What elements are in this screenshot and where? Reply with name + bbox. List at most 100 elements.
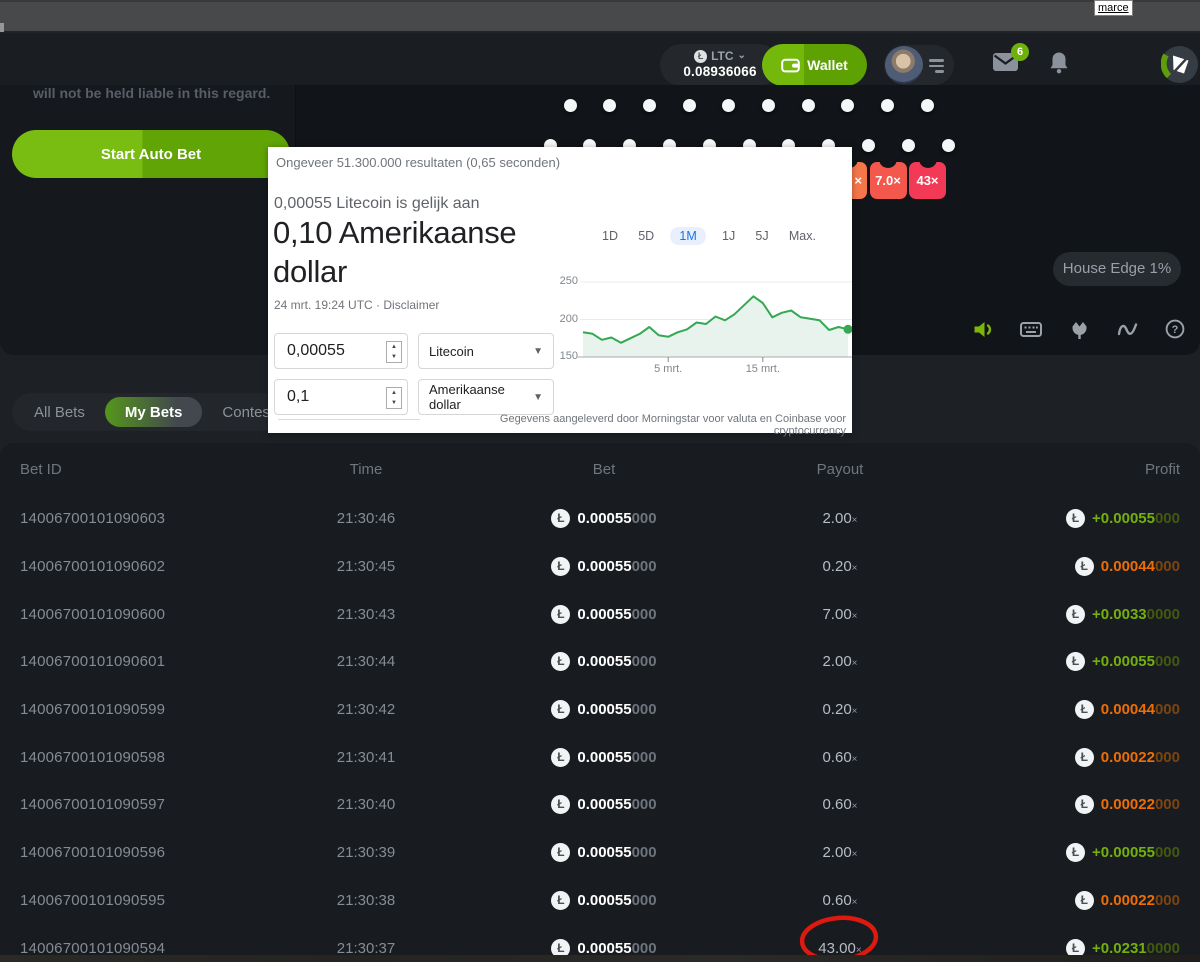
plinko-peg [881,99,894,112]
ltc-coin-icon: Ł [551,605,570,624]
bet-id: 14006700101090594 [20,940,290,957]
disclaimer-text: will not be held liable in this regard. [33,85,270,101]
profit-amount: Ł+0.00055000 [914,843,1180,862]
help-button[interactable]: ? [1164,317,1186,341]
seed-icon [1070,319,1089,340]
notifications-button[interactable] [1049,51,1069,78]
bet-id: 14006700101090598 [20,749,290,766]
table-row[interactable]: 1400670010109059621:30:39Ł0.000550002.00… [0,829,1200,877]
ltc-coin-icon: Ł [551,891,570,910]
bet-amount: Ł0.00055000 [442,700,766,719]
plinko-peg [902,139,915,152]
bet-amount: Ł0.00055000 [442,509,766,528]
table-row[interactable]: 1400670010109060021:30:43Ł0.000550007.00… [0,590,1200,638]
fairness-button[interactable] [1068,317,1090,341]
avatar[interactable] [885,46,923,84]
attribution: Gegevens aangeleverd door Morningstar vo… [428,413,846,437]
table-header: Bet ID Time Bet Payout Profit [0,443,1200,495]
bet-time: 21:30:44 [290,653,442,670]
bets-tabs: All BetsMy BetsContest [12,393,296,431]
amount-from-value: 0,00055 [287,342,345,360]
house-edge-label: House Edge 1% [1053,252,1181,286]
bet-time: 21:30:46 [290,510,442,527]
payout-multiplier: 0.20× [766,701,914,718]
user-menu[interactable] [884,45,954,85]
bet-time: 21:30:43 [290,606,442,623]
payout-multiplier: 43.00× [766,940,914,957]
site-logo[interactable] [1161,46,1198,83]
tab-all-bets[interactable]: All Bets [16,397,103,427]
ltc-coin-icon: Ł [1075,748,1094,767]
unit-from-select[interactable]: Litecoin ▼ [418,333,554,369]
bet-time: 21:30:38 [290,892,442,909]
caret-down-icon: ▼ [533,392,543,403]
os-bar-chip [0,23,4,32]
ltc-coin-icon: Ł [551,557,570,576]
range-5j[interactable]: 5J [751,227,772,245]
amount-to-input[interactable]: 0,1 ▲▼ [274,379,408,415]
ltc-coin-icon: Ł [694,50,707,63]
wallet-icon [781,58,800,73]
bet-amount: Ł0.00055000 [442,652,766,671]
svg-text:?: ? [1172,324,1179,336]
table-row[interactable]: 1400670010109060321:30:46Ł0.000550002.00… [0,495,1200,543]
table-row[interactable]: 1400670010109060121:30:44Ł0.000550002.00… [0,638,1200,686]
bet-amount: Ł0.00055000 [442,748,766,767]
bet-id: 14006700101090602 [20,558,290,575]
payout-multiplier: 0.60× [766,749,914,766]
plinko-peg [802,99,815,112]
ltc-coin-icon: Ł [551,795,570,814]
profit-amount: Ł0.00044000 [914,700,1180,719]
chart-range-tabs: 1D 5D 1M 1J 5J Max. [598,227,820,245]
sound-button[interactable] [972,317,994,341]
start-auto-bet-button[interactable]: Start Auto Bet [12,130,290,178]
table-row[interactable]: 1400670010109059721:30:40Ł0.000550000.60… [0,781,1200,829]
range-5d[interactable]: 5D [634,227,658,245]
table-rows: 1400670010109060321:30:46Ł0.000550002.00… [0,495,1200,962]
bet-id: 14006700101090599 [20,701,290,718]
ltc-coin-icon: Ł [551,509,570,528]
ltc-coin-icon: Ł [551,748,570,767]
bet-amount: Ł0.00055000 [442,605,766,624]
range-1d[interactable]: 1D [598,227,622,245]
plinko-peg [643,99,656,112]
disclaimer-link[interactable]: Disclaimer [383,298,439,312]
profit-amount: Ł0.00044000 [914,557,1180,576]
spinner-to[interactable]: ▲▼ [386,387,402,409]
range-max[interactable]: Max. [785,227,820,245]
table-row[interactable]: 1400670010109059921:30:42Ł0.000550000.20… [0,686,1200,734]
table-row[interactable]: 1400670010109059521:30:38Ł0.000550000.60… [0,877,1200,925]
bet-controls-sidebar: will not be held liable in this regard. … [0,85,296,355]
bet-amount: Ł0.00055000 [442,891,766,910]
ltc-coin-icon: Ł [1075,891,1094,910]
browser-tooltip: marce [1094,0,1133,16]
ltc-coin-icon: Ł [1075,700,1094,719]
plinko-peg [722,99,735,112]
hotkeys-button[interactable] [1020,317,1042,341]
payout-multiplier: 2.00× [766,510,914,527]
ltc-coin-icon: Ł [1075,795,1094,814]
amount-from-input[interactable]: 0,00055 ▲▼ [274,333,408,369]
bet-amount: Ł0.00055000 [442,795,766,814]
table-row[interactable]: 1400670010109060221:30:45Ł0.000550000.20… [0,543,1200,591]
game-toolbar: ? [972,317,1186,341]
profit-amount: Ł0.00022000 [914,795,1180,814]
spinner-from[interactable]: ▲▼ [386,341,402,363]
range-1j[interactable]: 1J [718,227,739,245]
range-1m[interactable]: 1M [670,227,705,245]
bet-time: 21:30:39 [290,844,442,861]
plinko-peg [942,139,955,152]
ltc-coin-icon: Ł [1075,557,1094,576]
unit-to-select[interactable]: Amerikaanse dollar ▼ [418,379,554,415]
amount-to-value: 0,1 [287,388,309,406]
payout-multiplier: 7.00× [766,606,914,623]
bet-time: 21:30:40 [290,796,442,813]
payout-multiplier: 2.00× [766,844,914,861]
ltc-coin-icon: Ł [1066,652,1085,671]
google-conversion-popup: Ongeveer 51.300.000 resultaten (0,65 sec… [268,147,852,433]
tab-my-bets[interactable]: My Bets [105,397,203,427]
wallet-button[interactable]: Wallet [762,44,867,86]
table-row[interactable]: 1400670010109059821:30:41Ł0.000550000.60… [0,733,1200,781]
ltc-coin-icon: Ł [1066,605,1085,624]
live-stats-button[interactable] [1116,317,1138,341]
